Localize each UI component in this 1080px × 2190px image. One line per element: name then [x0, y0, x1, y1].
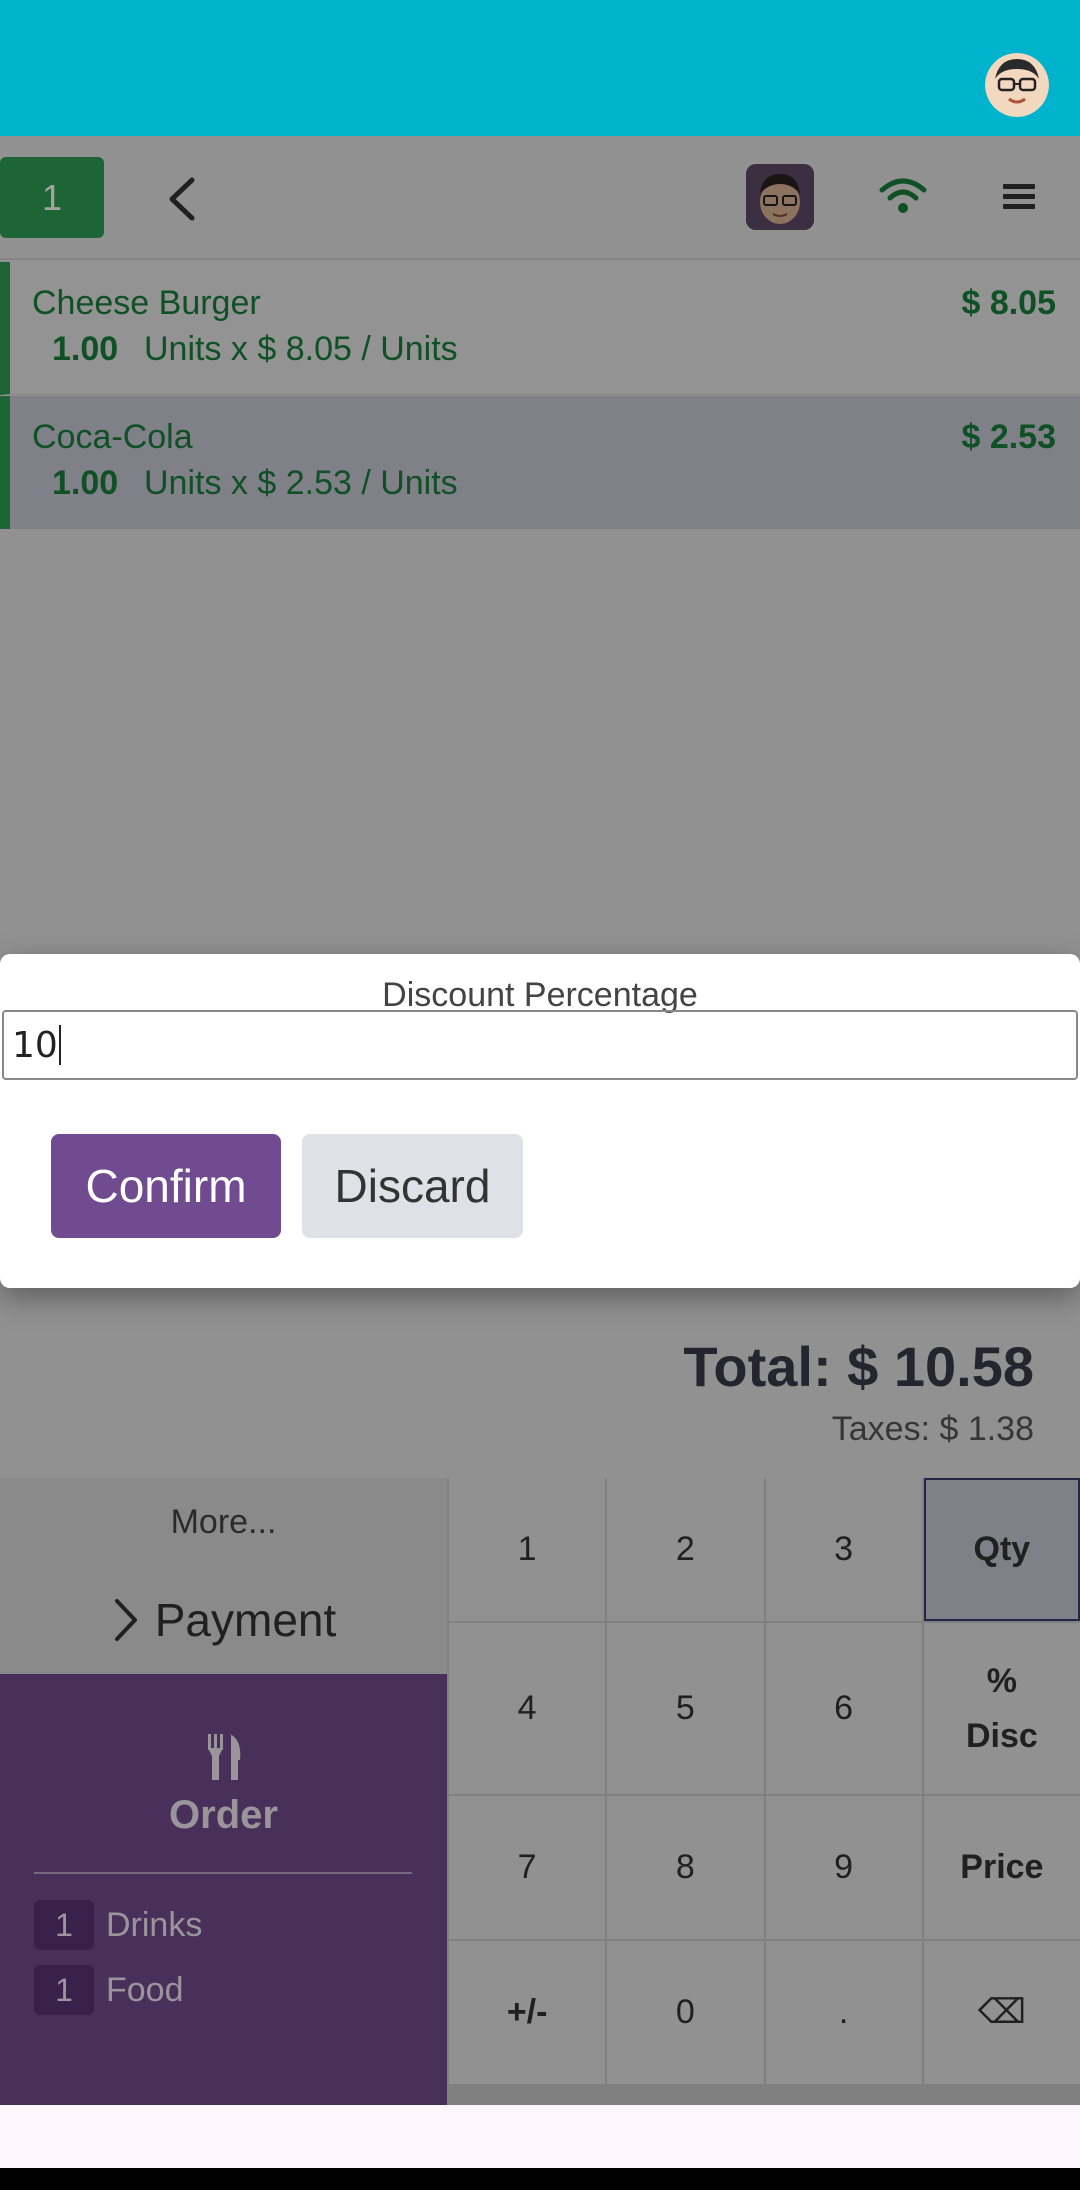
- discount-value: 10: [12, 1024, 58, 1066]
- text-caret: [58, 1025, 61, 1065]
- discount-input[interactable]: 10: [2, 1010, 1078, 1080]
- discount-dialog: Discount Percentage 10 Confirm Discard: [0, 954, 1080, 1288]
- user-avatar[interactable]: [985, 53, 1049, 117]
- confirm-button[interactable]: Confirm: [51, 1134, 281, 1238]
- app-bar: [0, 0, 1080, 136]
- discard-button[interactable]: Discard: [302, 1134, 523, 1238]
- system-nav-bar: [0, 2168, 1080, 2190]
